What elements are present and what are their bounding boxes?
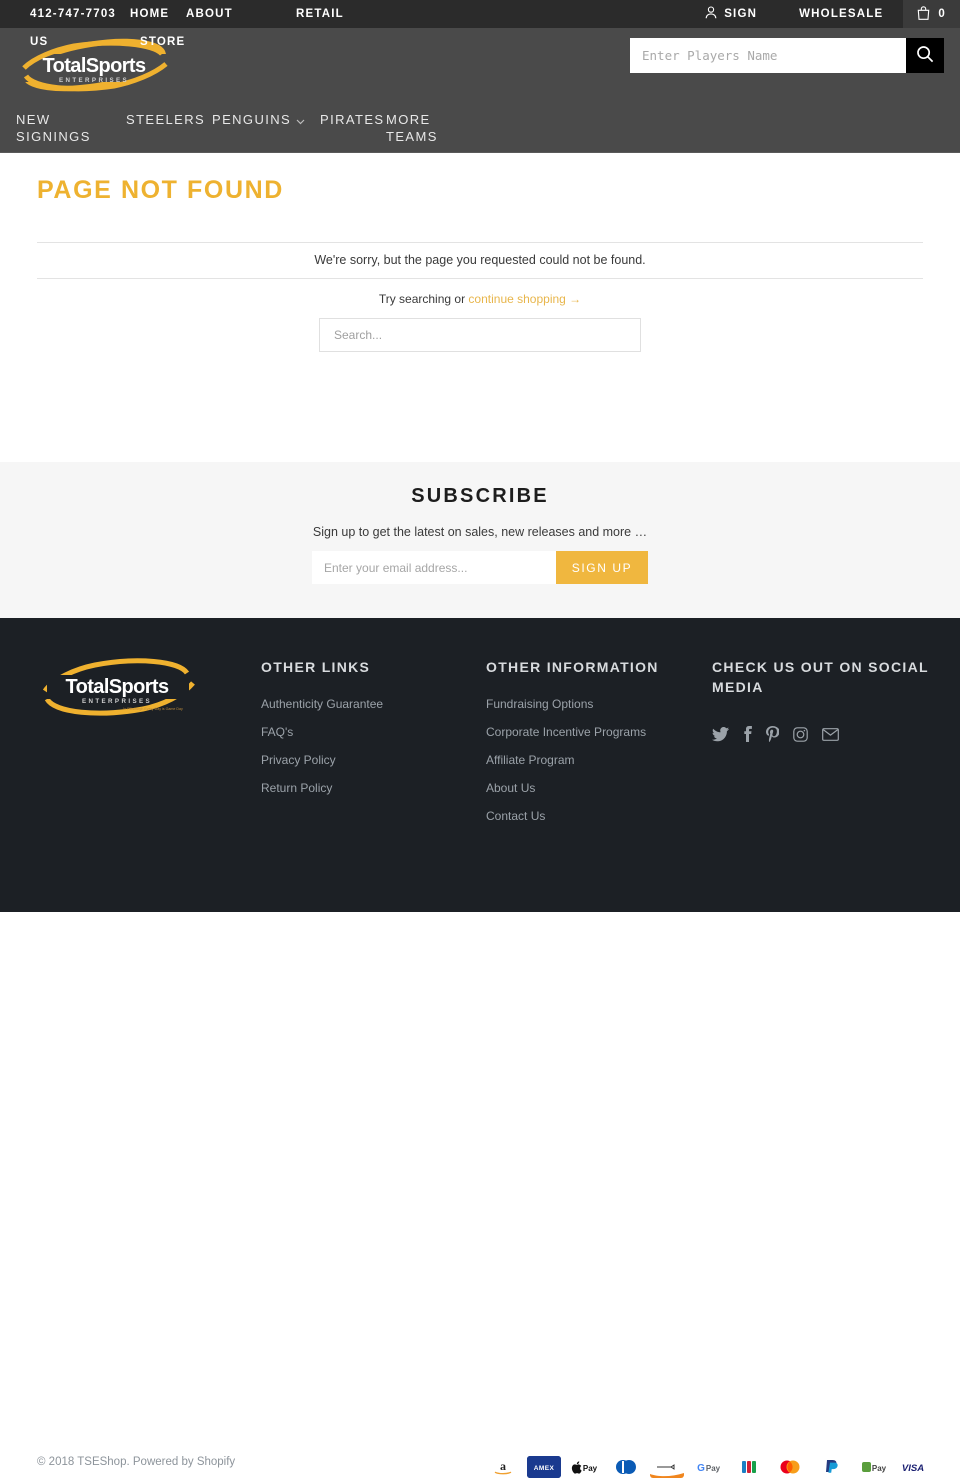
footer-link-about-us[interactable]: About Us	[486, 781, 706, 795]
page-content: PAGE NOT FOUND We're sorry, but the page…	[0, 154, 960, 462]
nav-item-penguins[interactable]: PENGUINS	[212, 111, 320, 129]
logo-subtext: ENTERPRISES	[59, 77, 129, 84]
footer-logo[interactable]: TotalSports ENTERPRISES In Pittsburgh Ev…	[37, 651, 197, 728]
email-field[interactable]	[312, 551, 556, 584]
nav-item-more-teams[interactable]: MORE TEAMS	[386, 111, 446, 145]
footer-link-authenticity-guarantee[interactable]: Authenticity Guarantee	[261, 697, 471, 711]
footer-link-contact-us[interactable]: Contact Us	[486, 809, 706, 823]
nav-item-penguins-label: PENGUINS	[212, 112, 292, 127]
pinterest-icon[interactable]	[766, 726, 779, 742]
logo-wordmark: TotalSports	[42, 55, 146, 77]
copyright-shop-link[interactable]: TSEShop	[77, 1456, 126, 1468]
main-navigation-list: NEW SIGNINGS STEELERS PENGUINS PIRATES M…	[16, 111, 496, 145]
footer-link-corporate-incentive-programs[interactable]: Corporate Incentive Programs	[486, 725, 706, 739]
top-bar-right-group: SIGN WHOLESALE 0	[705, 0, 960, 28]
facebook-icon[interactable]	[743, 726, 752, 742]
footer-logo-subtext: ENTERPRISES	[82, 698, 152, 705]
footer-column-social: CHECK US OUT ON SOCIAL MEDIA	[712, 657, 932, 717]
payment-methods: a AMEX Pay G Pay Pay VISA	[486, 1456, 930, 1478]
footer-column-other-links: OTHER LINKS Authenticity Guarantee FAQ's…	[261, 657, 471, 809]
footer-link-privacy-policy[interactable]: Privacy Policy	[261, 753, 471, 767]
copyright-prefix: © 2018	[37, 1456, 78, 1468]
main-navigation: NEW SIGNINGS STEELERS PENGUINS PIRATES M…	[0, 105, 960, 153]
svg-text:AMEX: AMEX	[534, 1465, 555, 1472]
mastercard-icon	[773, 1456, 807, 1478]
apple-pay-icon: Pay	[568, 1456, 602, 1478]
footer-link-faqs[interactable]: FAQ's	[261, 725, 471, 739]
footer-link-affiliate-program[interactable]: Affiliate Program	[486, 753, 706, 767]
footer-logo-tagline: In Pittsburgh Every Day is Game Day	[123, 707, 183, 711]
copyright: © 2018 TSEShop. Powered by Shopify	[37, 1456, 235, 1468]
divider-top	[37, 242, 923, 243]
try-searching-text: Try searching or	[378, 292, 469, 306]
wholesale-link[interactable]: WHOLESALE	[779, 0, 903, 28]
search-input[interactable]	[630, 38, 906, 73]
subscribe-section: SUBSCRIBE Sign up to get the latest on s…	[0, 462, 960, 618]
twitter-icon[interactable]	[712, 726, 729, 742]
nav-home[interactable]: HOME	[130, 0, 186, 28]
social-links	[712, 726, 839, 742]
sign-in-link[interactable]: SIGN	[705, 0, 779, 28]
divider-bottom	[37, 278, 923, 279]
chevron-down-icon	[296, 112, 305, 129]
cart-button[interactable]: 0	[903, 0, 960, 28]
subscribe-title: SUBSCRIBE	[411, 485, 549, 507]
sign-in-label: SIGN	[724, 8, 758, 20]
nav-about-us-line2[interactable]: US	[30, 28, 140, 56]
footer-link-return-policy[interactable]: Return Policy	[261, 781, 471, 795]
sign-up-button[interactable]: SIGN UP	[556, 551, 648, 584]
footer-heading-social-media: CHECK US OUT ON SOCIAL MEDIA	[712, 659, 929, 695]
person-icon	[705, 6, 717, 22]
nav-about-us-line1[interactable]: ABOUT	[186, 0, 296, 28]
site-footer: TotalSports ENTERPRISES In Pittsburgh Ev…	[0, 618, 960, 1478]
instagram-icon[interactable]	[793, 726, 808, 742]
google-pay-icon: G Pay	[691, 1456, 725, 1478]
amex-icon: AMEX	[527, 1456, 561, 1478]
continue-shopping-link[interactable]: continue shopping →	[468, 292, 581, 306]
discover-icon	[650, 1456, 684, 1478]
svg-text:a: a	[500, 1459, 506, 1473]
try-searching-line: Try searching or continue shopping →	[0, 292, 960, 306]
subscribe-subtitle: Sign up to get the latest on sales, new …	[312, 525, 648, 539]
footer-heading-other-links: OTHER LINKS	[261, 659, 371, 675]
svg-text:Pay: Pay	[706, 1464, 721, 1473]
subscribe-form: SIGN UP	[312, 551, 648, 584]
nav-item-steelers[interactable]: STEELERS	[126, 111, 212, 128]
visa-icon: VISA	[896, 1456, 930, 1478]
jcb-icon	[732, 1456, 766, 1478]
svg-text:Pay: Pay	[872, 1464, 887, 1473]
header-search	[630, 38, 944, 73]
cart-count: 0	[938, 8, 946, 20]
nav-retail-store-line2[interactable]: STORE	[140, 28, 250, 56]
page-search-input[interactable]	[319, 318, 641, 352]
wholesale-label: WHOLESALE	[799, 8, 884, 20]
nav-retail-store-line1[interactable]: RETAIL	[296, 0, 406, 28]
shop-pay-icon: Pay	[855, 1456, 889, 1478]
svg-text:G: G	[697, 1463, 705, 1474]
footer-logo-graphic: TotalSports ENTERPRISES In Pittsburgh Ev…	[42, 658, 195, 716]
footer-heading-other-information: OTHER INFORMATION	[486, 659, 659, 675]
footer-logo-wordmark: TotalSports	[65, 676, 169, 698]
page-title: PAGE NOT FOUND	[37, 176, 284, 204]
footer-column-other-information: OTHER INFORMATION Fundraising Options Co…	[486, 657, 706, 837]
nav-item-pirates[interactable]: PIRATES	[320, 111, 386, 128]
svg-text:VISA: VISA	[902, 1463, 924, 1474]
svg-text:Pay: Pay	[583, 1464, 598, 1473]
phone-link[interactable]: 412-747-7703	[30, 0, 130, 28]
paypal-icon	[814, 1456, 848, 1478]
shopping-bag-icon	[917, 5, 930, 23]
copyright-mid: . Powered by	[126, 1456, 197, 1468]
nav-item-new-signings[interactable]: NEW SIGNINGS	[16, 111, 126, 145]
not-found-message: We're sorry, but the page you requested …	[314, 253, 646, 267]
search-icon	[916, 45, 934, 66]
shopify-link[interactable]: Shopify	[197, 1456, 235, 1468]
amazon-pay-icon: a	[486, 1456, 520, 1478]
email-icon[interactable]	[822, 727, 839, 741]
footer-link-fundraising-options[interactable]: Fundraising Options	[486, 697, 706, 711]
search-button[interactable]	[906, 38, 944, 73]
diners-club-icon	[609, 1456, 643, 1478]
